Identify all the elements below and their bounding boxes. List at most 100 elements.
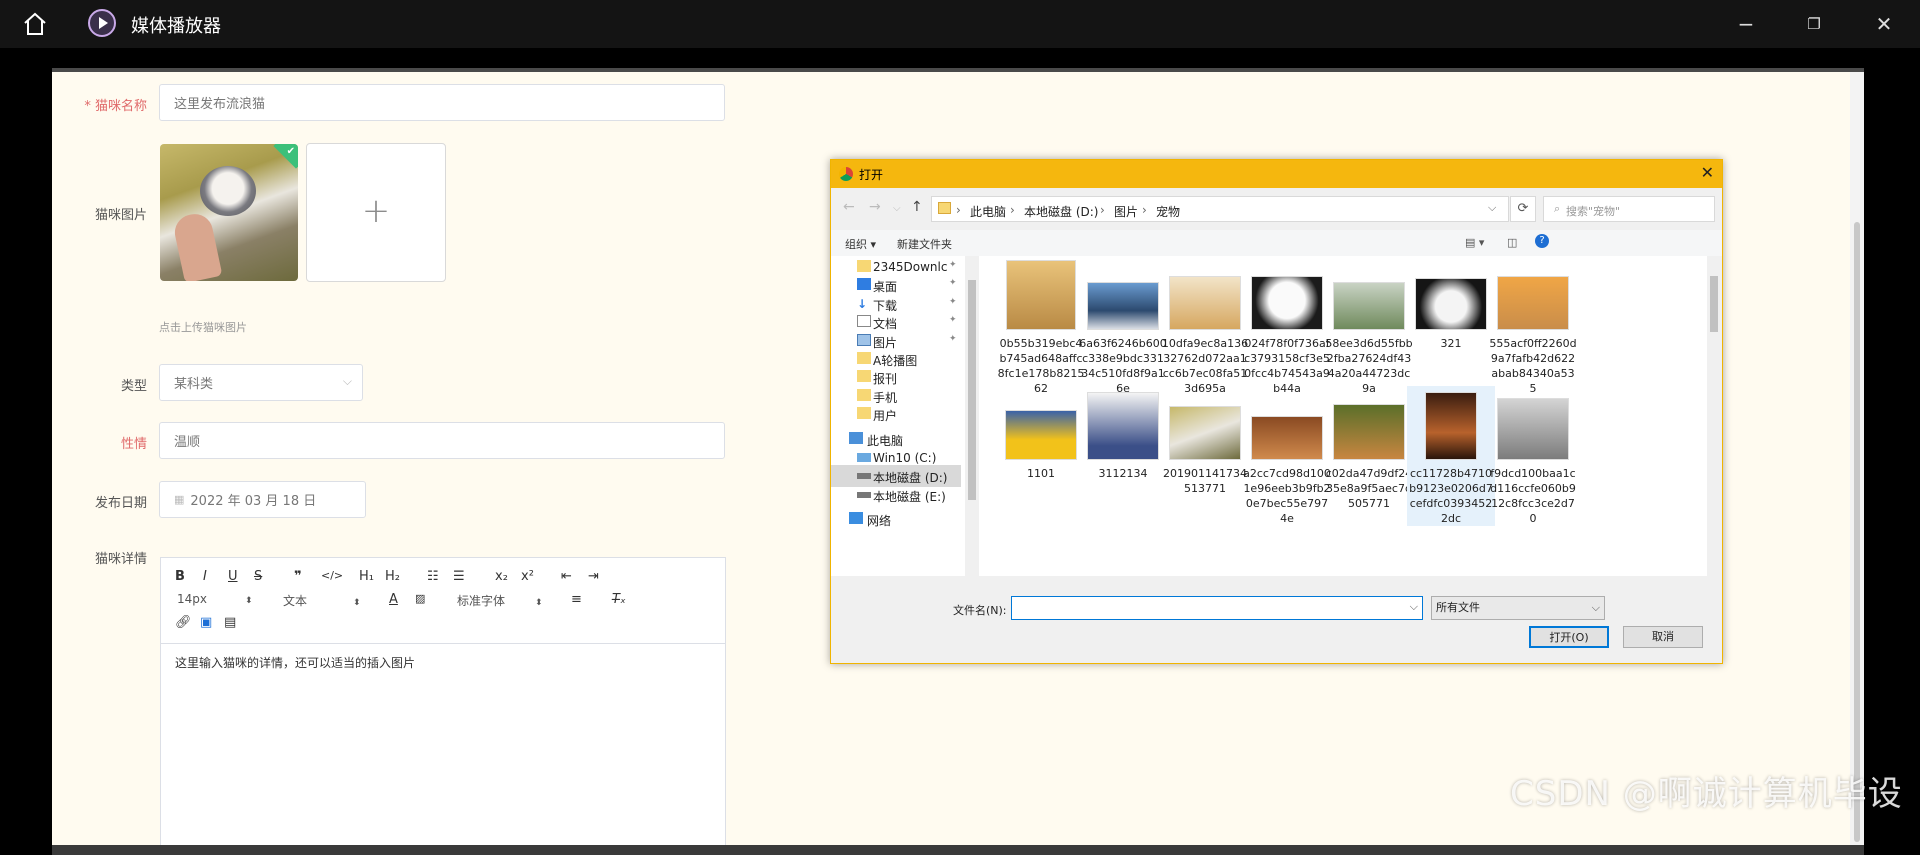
editor-content[interactable]: 这里输入猫咪的详情，还可以适当的插入图片 xyxy=(175,654,415,671)
file-tile[interactable]: 201901141734513771 xyxy=(1161,392,1249,496)
close-button[interactable]: ✕ xyxy=(1870,10,1898,38)
type-label: 类型 xyxy=(120,379,147,394)
font-family-select[interactable]: 标准字体 ⬍ xyxy=(457,592,543,609)
detail-label: 猫咪详情 xyxy=(94,552,147,567)
file-tile-selected[interactable]: cc11728b4710b9123e0206d7cefdfc03934522dc xyxy=(1407,386,1495,526)
rich-text-editor: B I U S ❞ </> H₁ H₂ ☷ ☰ x₂ x² ⇤ ⇥ 14px ⬍ … xyxy=(160,557,726,855)
search-field[interactable]: ⌕ 搜索"宠物" xyxy=(1543,196,1715,222)
page-scrollbar[interactable] xyxy=(1850,72,1864,845)
navigation-tree: 2345Downlc ✦ 桌面 ✦ ↓ 下载 ✦ 文档 ✦ 图片 ✦ A轮播图 报刊 手机 … xyxy=(831,256,979,576)
open-button[interactable]: 打开(O) xyxy=(1529,626,1609,648)
underline-icon[interactable]: U xyxy=(228,569,238,584)
image-icon[interactable]: ▣ xyxy=(200,615,212,630)
heading1-icon[interactable]: H₁ xyxy=(359,569,374,584)
filename-input[interactable]: ⌵ xyxy=(1011,596,1423,620)
forward-icon[interactable]: → xyxy=(869,199,881,215)
pin-icon: ✦ xyxy=(949,278,957,288)
ordered-list-icon[interactable]: ☷ xyxy=(427,569,439,584)
code-icon[interactable]: </> xyxy=(321,569,343,582)
preview-pane-icon[interactable]: ◫ xyxy=(1507,236,1517,249)
tree-item[interactable]: 本地磁盘 (E:) xyxy=(831,484,961,506)
help-icon[interactable]: ? xyxy=(1535,234,1549,248)
filetype-select[interactable]: 所有文件 ⌵ xyxy=(1431,596,1605,620)
paragraph-select[interactable]: 文本 ⬍ xyxy=(283,592,361,609)
file-tile[interactable]: 555acf0ff2260d9a7fafb42d622abab84340a535 xyxy=(1489,260,1577,396)
view-options-icon[interactable]: ▤ ▾ xyxy=(1465,236,1484,249)
outdent-icon[interactable]: ⇤ xyxy=(561,569,572,584)
tree-item[interactable]: 用户 xyxy=(831,403,961,425)
maximize-button[interactable]: ❐ xyxy=(1800,10,1828,38)
recent-chevron-icon[interactable]: ⌵ xyxy=(893,203,901,214)
address-dropdown-icon[interactable]: ⌵ xyxy=(1488,201,1496,215)
new-folder-button[interactable]: 新建文件夹 xyxy=(897,236,952,252)
file-tile[interactable]: 0b55b319ebc4b745ad648affc8fc1e178b821562 xyxy=(997,260,1085,396)
name-input[interactable]: 这里发布流浪猫 xyxy=(159,84,725,121)
pin-icon: ✦ xyxy=(949,334,957,344)
breadcrumb-item[interactable]: 宠物 xyxy=(1156,203,1180,220)
organize-button[interactable]: 组织 ▾ xyxy=(845,236,876,252)
photo-hint: 点击上传猫咪图片 xyxy=(159,321,247,334)
window-titlebar: 媒体播放器 − ❐ ✕ xyxy=(0,0,1920,48)
temper-input[interactable]: 温顺 xyxy=(159,422,725,459)
back-icon[interactable]: ← xyxy=(843,199,855,215)
folder-icon xyxy=(938,202,951,214)
strikethrough-icon[interactable]: S xyxy=(254,569,262,584)
superscript-icon[interactable]: x² xyxy=(521,569,534,584)
font-size-select[interactable]: 14px ⬍ xyxy=(177,592,253,606)
file-tile[interactable]: 024f78f0f736afc3793158cf3e50fcc4b74543a9… xyxy=(1243,260,1331,396)
file-tile[interactable]: c02da47d9df2435e8a9f5aec7d505771 xyxy=(1325,392,1413,511)
heading2-icon[interactable]: H₂ xyxy=(385,569,400,584)
font-color-icon[interactable]: A xyxy=(389,592,398,607)
calendar-icon: ▦ xyxy=(174,493,185,506)
file-tile[interactable]: 3112134 xyxy=(1079,392,1167,481)
plus-icon: + xyxy=(361,191,391,231)
indent-icon[interactable]: ⇥ xyxy=(588,569,599,584)
editor-toolbar: B I U S ❞ </> H₁ H₂ ☷ ☰ x₂ x² ⇤ ⇥ 14px ⬍ … xyxy=(161,558,725,644)
bold-icon[interactable]: B xyxy=(175,569,185,584)
uploaded-check-icon: ✔ xyxy=(286,146,295,157)
file-tile[interactable]: f9dcd100baa1cd116ccfe060b912c8fcc3ce2d70 xyxy=(1489,392,1577,526)
uploaded-cat-photo[interactable]: ✔ xyxy=(160,144,298,281)
window-title: 媒体播放器 xyxy=(131,16,221,37)
italic-icon[interactable]: I xyxy=(203,569,207,584)
bullet-list-icon[interactable]: ☰ xyxy=(453,569,465,584)
video-icon[interactable]: ▤ xyxy=(224,615,236,630)
open-file-dialog: 打开 ✕ ← → ⌵ ↑ › 此电脑 › 本地磁盘 (D:) › 图片 › 宠物… xyxy=(830,159,1723,664)
address-bar[interactable]: › 此电脑 › 本地磁盘 (D:) › 图片 › 宠物 ⌵ xyxy=(931,196,1509,222)
file-tile[interactable]: 321 xyxy=(1407,260,1495,351)
cancel-button[interactable]: 取消 xyxy=(1623,626,1703,648)
file-tile[interactable]: a2cc7cd98d1001e96eeb3b9fb20e7bec55e7974e xyxy=(1243,392,1331,526)
link-icon[interactable]: 🔗︎ xyxy=(175,615,192,630)
pin-icon: ✦ xyxy=(949,260,957,270)
breadcrumb-item[interactable]: 图片 xyxy=(1114,203,1138,220)
breadcrumb-item[interactable]: 此电脑 xyxy=(970,203,1006,220)
pin-icon: ✦ xyxy=(949,297,957,307)
csdn-watermark: CSDN @啊诚计算机毕设 xyxy=(1510,774,1903,814)
bottom-border xyxy=(52,845,1864,855)
clear-format-icon[interactable]: T̶ₓ xyxy=(612,592,626,607)
breadcrumb-item[interactable]: 本地磁盘 (D:) xyxy=(1024,203,1098,220)
home-icon[interactable] xyxy=(22,11,48,37)
chrome-icon xyxy=(839,167,853,181)
tree-scrollbar[interactable] xyxy=(965,256,979,576)
file-grid-scrollbar[interactable] xyxy=(1707,256,1721,576)
file-tile[interactable]: 1101 xyxy=(997,392,1085,481)
quote-icon[interactable]: ❞ xyxy=(294,569,302,584)
file-grid: 0b55b319ebc4b745ad648affc8fc1e178b821562… xyxy=(979,256,1707,576)
up-icon[interactable]: ↑ xyxy=(911,199,923,215)
chevron-down-icon[interactable]: ⌵ xyxy=(1410,600,1418,614)
photo-label: 猫咪图片 xyxy=(94,208,147,223)
subscript-icon[interactable]: x₂ xyxy=(495,569,508,584)
type-select[interactable]: 某科类 ⌵ xyxy=(159,364,363,401)
dialog-close-icon[interactable]: ✕ xyxy=(1701,163,1714,182)
minimize-button[interactable]: − xyxy=(1732,10,1760,38)
upload-photo-button[interactable]: + xyxy=(306,143,446,282)
align-icon[interactable]: ≡ xyxy=(571,592,582,607)
date-picker[interactable]: ▦ 2022 年 03 月 18 日 xyxy=(159,481,366,518)
refresh-button[interactable]: ⟳ xyxy=(1510,196,1536,222)
file-tile[interactable]: 6a63f6246b600c338e9bdc33134c510fd8f9a16e xyxy=(1079,260,1167,396)
background-color-icon[interactable]: ▨ xyxy=(415,592,425,605)
tree-item[interactable]: 网络 xyxy=(831,508,961,530)
file-tile[interactable]: 58ee3d6d55fbb2fba27624df434a20a44723dc9a xyxy=(1325,260,1413,396)
file-tile[interactable]: 10dfa9ec8a13632762d072aa1cc6b7ec08fa513d… xyxy=(1161,260,1249,396)
